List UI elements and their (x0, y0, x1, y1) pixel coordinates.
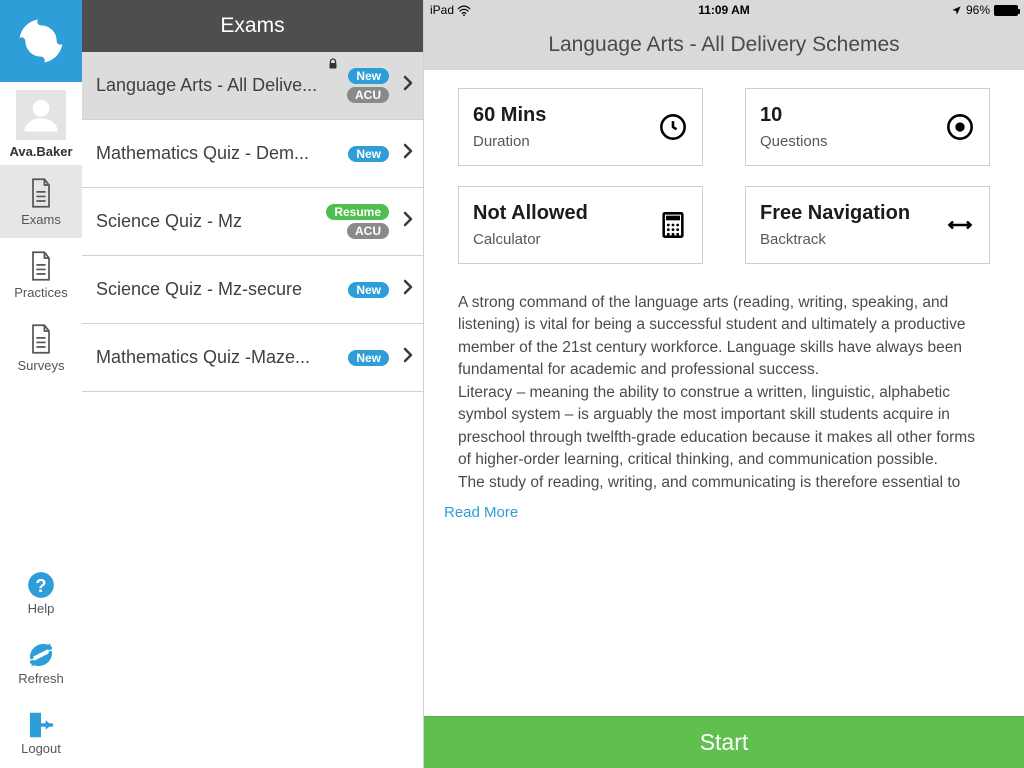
chevron-right-icon (403, 347, 413, 368)
card-questions: 10 Questions (745, 88, 990, 166)
target-icon (945, 112, 975, 142)
questions-label: Questions (760, 133, 828, 150)
exam-row[interactable]: Mathematics Quiz -Maze...New (82, 324, 423, 392)
nav-help[interactable]: ? Help (0, 558, 82, 628)
refresh-icon (27, 641, 55, 669)
badge-group: New (348, 282, 389, 298)
chevron-right-icon (403, 279, 413, 300)
card-duration: 60 Mins Duration (458, 88, 703, 166)
badge-group: New (348, 350, 389, 366)
document-icon (27, 323, 55, 355)
logo-icon (14, 14, 68, 68)
badge-new: New (348, 282, 389, 298)
left-rail: Ava.Baker Exams Practices Surveys ? Help… (0, 0, 82, 768)
badge-acu: ACU (347, 87, 389, 103)
document-icon (27, 250, 55, 282)
badge-group: Resume ACU (326, 204, 389, 239)
calculator-label: Calculator (473, 231, 588, 248)
calculator-icon (658, 210, 688, 240)
nav-refresh[interactable]: Refresh (0, 628, 82, 698)
nav-surveys[interactable]: Surveys (0, 311, 82, 384)
start-button[interactable]: Start (424, 716, 1024, 768)
exam-list-header: Exams (82, 0, 423, 52)
info-grid: 60 Mins Duration 10 Questions Not Allowe… (424, 70, 1024, 272)
detail-panel: iPad 11:09 AM 96% Language Arts - All De… (424, 0, 1024, 768)
status-bar: iPad 11:09 AM 96% (424, 0, 1024, 20)
calculator-value: Not Allowed (473, 202, 588, 225)
badge-resume: Resume (326, 204, 389, 220)
exam-row[interactable]: Science Quiz - MzResume ACU (82, 188, 423, 256)
badge-new: New (348, 146, 389, 162)
duration-label: Duration (473, 133, 546, 150)
exam-title: Science Quiz - Mz-secure (96, 279, 348, 300)
exam-title: Language Arts - All Delive... (96, 75, 347, 96)
badge-group: New (348, 146, 389, 162)
clock-icon (658, 112, 688, 142)
document-icon (27, 177, 55, 209)
exam-row[interactable]: Language Arts - All Delive...New ACU (82, 52, 423, 120)
backtrack-label: Backtrack (760, 231, 910, 248)
duration-value: 60 Mins (473, 104, 546, 127)
location-icon (951, 5, 962, 16)
arrows-horizontal-icon (945, 210, 975, 240)
badge-group: New ACU (347, 68, 389, 103)
exam-title: Mathematics Quiz - Dem... (96, 143, 348, 164)
wifi-icon (457, 5, 471, 16)
logout-icon (27, 711, 55, 739)
device-label: iPad (430, 3, 454, 17)
questions-value: 10 (760, 104, 828, 127)
card-calculator: Not Allowed Calculator (458, 186, 703, 264)
badge-acu: ACU (347, 223, 389, 239)
read-more-link[interactable]: Read More (444, 494, 990, 521)
backtrack-value: Free Navigation (760, 202, 910, 225)
exam-list-column: Exams Language Arts - All Delive...NewAC… (82, 0, 424, 768)
avatar (16, 90, 66, 140)
nav-logout[interactable]: Logout (0, 698, 82, 768)
card-backtrack: Free Navigation Backtrack (745, 186, 990, 264)
badge-new: New (348, 68, 389, 84)
help-icon: ? (27, 571, 55, 599)
chevron-right-icon (403, 211, 413, 232)
exam-row[interactable]: Science Quiz - Mz-secureNew (82, 256, 423, 324)
clock: 11:09 AM (698, 3, 750, 17)
username: Ava.Baker (9, 144, 72, 159)
battery-percent: 96% (966, 3, 990, 17)
nav-exams[interactable]: Exams (0, 165, 82, 238)
chevron-right-icon (403, 75, 413, 96)
chevron-right-icon (403, 143, 413, 164)
nav-practices[interactable]: Practices (0, 238, 82, 311)
battery-icon (994, 5, 1018, 16)
user-block[interactable]: Ava.Baker (9, 82, 72, 165)
exam-title: Mathematics Quiz -Maze... (96, 347, 348, 368)
exam-row[interactable]: Mathematics Quiz - Dem...New (82, 120, 423, 188)
app-logo (0, 0, 82, 82)
badge-new: New (348, 350, 389, 366)
detail-title: Language Arts - All Delivery Schemes (424, 20, 1024, 70)
svg-text:?: ? (35, 575, 46, 596)
exam-description: A strong command of the language arts (r… (424, 272, 1024, 494)
exam-title: Science Quiz - Mz (96, 211, 326, 232)
